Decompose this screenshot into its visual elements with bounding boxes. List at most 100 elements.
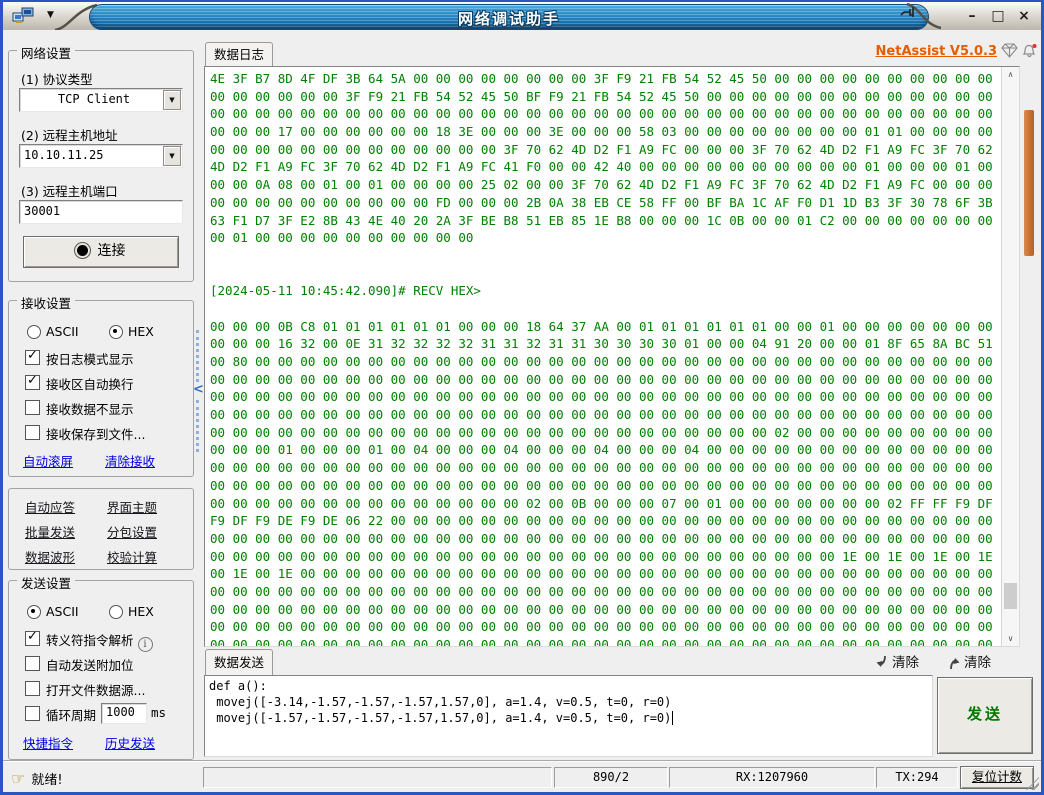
connect-button[interactable]: 连接	[23, 236, 179, 268]
reset-counter-button[interactable]: 复位计数	[960, 766, 1034, 789]
checkbox-cycle-send[interactable]	[25, 706, 40, 721]
hex-log-line: 00 01 00 00 00 00 00 00 00 00 00 00	[210, 229, 998, 247]
hex-log-line: 00 00 00 00 00 00 00 00 00 00 00 00 00 0…	[210, 601, 998, 619]
data-log-textbox[interactable]: 4E 3F B7 8D 4F DF 3B 64 5A 00 00 00 00 0…	[204, 66, 1020, 647]
hex-log-line: 00 00 0A 08 00 01 00 01 00 00 00 00 25 0…	[210, 176, 998, 194]
checkbox-hide-data-label: 接收数据不显示	[46, 399, 134, 418]
pointing-hand-icon: ☞	[11, 769, 25, 788]
hex-log-line: 00 00 00 00 00 00 00 00 00 00 00 00 00 0…	[210, 548, 998, 566]
protocol-label: (1) 协议类型	[21, 69, 93, 88]
status-bar: ☞就绪! 890/2 RX:1207960 TX:294 复位计数	[3, 761, 1041, 792]
link-quick-commands[interactable]: 快捷指令	[23, 733, 73, 752]
clear-send-button[interactable]: 清除	[947, 651, 991, 671]
pin-icon[interactable]	[897, 4, 919, 24]
hex-log-line: 4D D2 F1 A9 FC 3F 70 62 4D D2 F1 A9 FC 4…	[210, 158, 998, 176]
link-batch-send[interactable]: 批量发送	[25, 522, 75, 541]
host-dropdown-icon[interactable]: ▼	[163, 146, 181, 166]
scrollbar-thumb[interactable]	[1004, 583, 1017, 609]
hex-log-line: 00 00 00 00 00 00 00 00 00 00 00 00 00 0…	[210, 636, 998, 646]
send-button[interactable]: 发送	[937, 677, 1033, 754]
send-radio-hex-label: HEX	[128, 604, 154, 619]
title-pill: 网络调试助手	[89, 4, 929, 30]
hex-log-line	[210, 265, 998, 283]
tab-data-send-label: 数据发送	[214, 655, 264, 670]
hex-log-line: 00 00 00 00 00 00 00 00 00 00 00 00 00 0…	[210, 406, 998, 424]
hex-log-line: 4E 3F B7 8D 4F DF 3B 64 5A 00 00 00 00 0…	[210, 70, 998, 88]
receive-settings-group: 接收设置 ASCII HEX 按日志模式显示 接收区自动换行 接收数据不显示 接…	[8, 300, 194, 477]
host-label: (2) 远程主机地址	[21, 125, 118, 144]
link-clear-receive[interactable]: 清除接收	[105, 451, 155, 470]
bell-icon[interactable]	[1021, 43, 1038, 61]
log-vertical-scrollbar[interactable]: ∧ ∨	[1001, 67, 1019, 646]
clear-up-icon	[947, 655, 961, 670]
host-combobox[interactable]: 10.10.11.25 ▼	[19, 144, 183, 168]
network-group-title: 网络设置	[17, 43, 75, 62]
port-label: (3) 远程主机端口	[21, 181, 118, 200]
minimize-button[interactable]: –	[961, 6, 983, 26]
link-autoscroll[interactable]: 自动滚屏	[23, 451, 73, 470]
splitter-dots-bottom[interactable]	[196, 400, 199, 452]
checkbox-log-mode-label: 按日志模式显示	[46, 349, 134, 368]
protocol-value: TCP Client	[24, 91, 164, 108]
checkbox-log-mode[interactable]	[25, 350, 40, 365]
checkbox-save-to-file[interactable]	[25, 425, 40, 440]
hex-log-line: 00 00 00 00 00 00 00 00 00 00 00 00 00 0…	[210, 477, 998, 495]
link-packet-config[interactable]: 分包设置	[107, 522, 157, 541]
link-checksum-calc[interactable]: 校验计算	[107, 547, 157, 566]
hex-log-line: 00 80 00 00 00 00 00 00 00 00 00 00 00 0…	[210, 353, 998, 371]
link-auto-reply[interactable]: 自动应答	[25, 497, 75, 516]
checkbox-append-bit[interactable]	[25, 656, 40, 671]
netassist-version-link[interactable]: NetAssist V5.0.3	[876, 44, 997, 59]
send-radio-ascii-label: ASCII	[46, 604, 79, 619]
splitter-collapse-icon[interactable]: <	[193, 382, 204, 397]
hex-log-line: 00 00 00 0B C8 01 01 01 01 01 01 00 00 0…	[210, 318, 998, 336]
receive-group-title: 接收设置	[17, 293, 75, 312]
hex-log-line: 00 00 00 00 00 00 00 00 00 00 00 00 00 0…	[210, 495, 998, 513]
checkbox-auto-wrap[interactable]	[25, 375, 40, 390]
hex-log-line: 00 00 00 00 00 00 00 00 00 00 00 00 00 0…	[210, 371, 998, 389]
checkbox-file-source-label: 打开文件数据源...	[46, 680, 145, 699]
app-network-icon[interactable]	[12, 7, 36, 28]
hex-log-line	[210, 300, 998, 318]
gem-icon[interactable]	[1001, 43, 1018, 61]
link-ui-theme[interactable]: 界面主题	[107, 497, 157, 516]
protocol-combobox[interactable]: TCP Client ▼	[19, 88, 183, 112]
hex-log-line: 00 00 00 00 00 00 00 00 00 00 00 00 00 0…	[210, 388, 998, 406]
send-radio-hex[interactable]	[109, 605, 123, 619]
protocol-dropdown-icon[interactable]: ▼	[163, 90, 181, 110]
tab-data-log[interactable]: 数据日志	[205, 42, 273, 68]
tab-data-log-label: 数据日志	[214, 47, 264, 62]
receive-radio-ascii[interactable]	[27, 325, 41, 339]
clear-receive-button[interactable]: 清除	[875, 651, 919, 671]
data-send-textbox[interactable]: def a(): movej([-3.14,-1.57,-1.57,-1.57,…	[204, 675, 933, 757]
port-input[interactable]: 30001	[19, 200, 183, 224]
checkbox-escape-parse[interactable]	[25, 631, 40, 646]
send-radio-ascii[interactable]	[27, 605, 41, 619]
hex-log-line: 63 F1 D7 3F E2 8B 43 4E 40 20 2A 3F BE B…	[210, 212, 998, 230]
splitter-dots-top[interactable]	[196, 330, 199, 382]
scrollbar-down-icon[interactable]: ∨	[1002, 631, 1019, 646]
status-rx: RX:1207960	[669, 767, 875, 788]
titlebar[interactable]: ▼ 网络调试助手 – □ ×	[3, 2, 1041, 31]
checkbox-file-source[interactable]	[25, 681, 40, 696]
cycle-period-value: 1000	[106, 705, 144, 720]
checkbox-escape-parse-label: 转义符指令解析i	[46, 630, 153, 652]
checkbox-hide-data[interactable]	[25, 400, 40, 415]
scrollbar-up-icon[interactable]: ∧	[1002, 67, 1019, 82]
checkbox-cycle-send-label: 循环周期	[46, 705, 96, 724]
cycle-period-input[interactable]: 1000	[101, 703, 147, 724]
hex-log-line: [2024-05-11 10:45:42.090]# RECV HEX>	[210, 282, 998, 300]
receive-radio-hex[interactable]	[109, 325, 123, 339]
send-settings-group: 发送设置 ASCII HEX 转义符指令解析i 自动发送附加位 打开文件数据源.…	[8, 580, 194, 760]
receive-radio-hex-label: HEX	[128, 324, 154, 339]
maximize-button[interactable]: □	[987, 6, 1009, 26]
close-button[interactable]: ×	[1013, 6, 1035, 26]
link-data-wave[interactable]: 数据波形	[25, 547, 75, 566]
tab-data-send[interactable]: 数据发送	[205, 649, 273, 676]
hex-log-line: 00 00 00 00 00 00 00 00 00 00 00 00 00 0…	[210, 424, 998, 442]
info-icon[interactable]: i	[138, 637, 153, 652]
link-send-history[interactable]: 历史发送	[105, 733, 155, 752]
hex-log-line: 00 00 00 16 32 00 0E 31 32 32 32 32 31 3…	[210, 335, 998, 353]
hex-log-line: 00 00 00 17 00 00 00 00 00 00 18 3E 00 0…	[210, 123, 998, 141]
connect-label: 连接	[98, 243, 126, 259]
